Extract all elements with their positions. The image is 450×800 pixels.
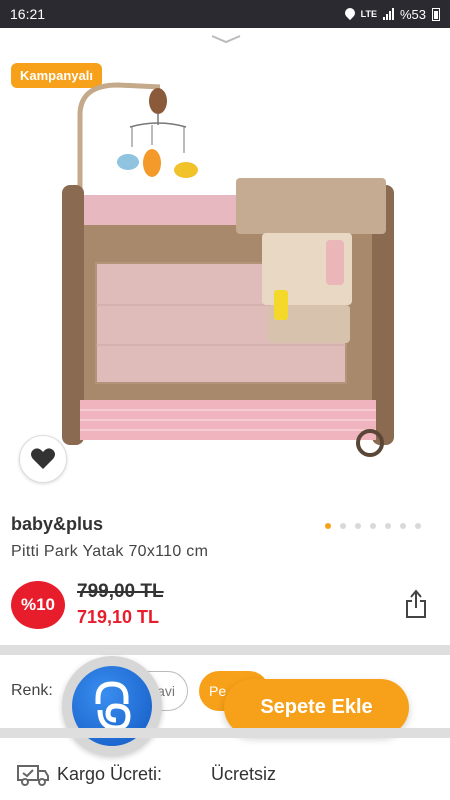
- pager-dot[interactable]: [355, 523, 361, 529]
- location-icon: [345, 8, 355, 21]
- section-divider: [0, 728, 450, 738]
- product-page: 16:21 LTE %53 Kampanyalı baby&plus Pitti…: [0, 0, 450, 800]
- image-pager[interactable]: [325, 523, 421, 529]
- section-divider: [0, 645, 450, 655]
- shipping-cost-value: Ücretsiz: [211, 764, 277, 784]
- pager-dot[interactable]: [385, 523, 391, 529]
- brand-name[interactable]: baby&plus: [11, 514, 103, 535]
- product-title: Pitti Park Yatak 70x110 cm: [11, 543, 209, 560]
- pager-dot[interactable]: [415, 523, 421, 529]
- favorite-button[interactable]: [19, 435, 67, 483]
- discount-badge: %10: [11, 581, 65, 629]
- pager-dot[interactable]: [340, 523, 346, 529]
- assistant-chat-button[interactable]: [62, 656, 162, 756]
- status-icons: LTE %53: [345, 7, 440, 22]
- color-label: Renk:: [11, 682, 53, 699]
- heart-icon: [31, 448, 55, 469]
- cargo-truck-icon: [17, 765, 49, 786]
- battery-percentage: %53: [399, 6, 426, 22]
- status-bar: 16:21 LTE %53: [0, 0, 450, 28]
- product-image[interactable]: [48, 75, 408, 465]
- old-price: 799,00 TL: [77, 581, 164, 602]
- pager-dot[interactable]: [400, 523, 406, 529]
- battery-icon: [432, 7, 440, 21]
- status-time: 16:21: [10, 6, 46, 22]
- chevron-down-icon[interactable]: [210, 34, 242, 44]
- pager-dot-active[interactable]: [325, 523, 331, 529]
- signal-icon: [382, 8, 394, 20]
- color-option-label: Pe: [209, 683, 227, 699]
- share-icon[interactable]: [404, 589, 428, 619]
- shipping-cost-label: Kargo Ücreti:: [57, 764, 163, 784]
- discounted-price: 719,10 TL: [77, 607, 160, 627]
- pager-dot[interactable]: [370, 523, 376, 529]
- network-type: LTE: [360, 8, 377, 19]
